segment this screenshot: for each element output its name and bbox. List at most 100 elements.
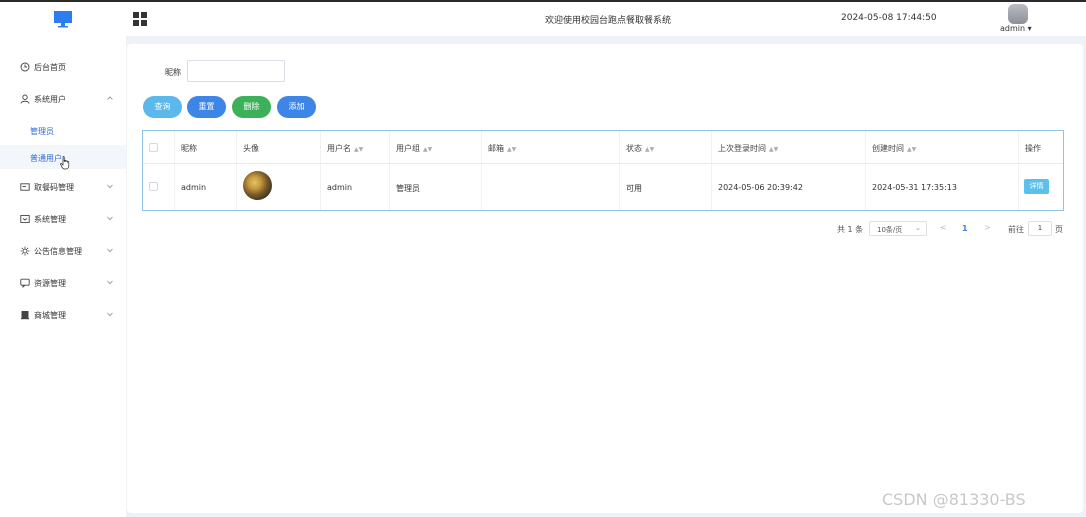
- cell-last-login: 2024-05-06 20:39:42: [712, 164, 866, 210]
- table-header-row: 昵称 头像 用户名 ▲▼ 用户组 ▲▼ 邮箱 ▲▼ 状态 ▲▼ 上次登录时间 ▲▼ 创建时…: [143, 131, 1063, 164]
- sidebar-item-home[interactable]: 后台首页: [0, 56, 126, 78]
- chevron-down-icon: ⌄: [915, 224, 921, 232]
- query-button[interactable]: 查询: [143, 96, 182, 118]
- nickname-label: 昵称: [165, 68, 181, 77]
- content-card: [127, 44, 1083, 513]
- col-avatar: 头像: [237, 131, 321, 163]
- sort-icon: ▲▼: [423, 146, 433, 153]
- goto-page-input[interactable]: [1028, 221, 1052, 236]
- cell-text: 2024-05-06 20:39:42: [718, 183, 803, 192]
- chevron-down-icon: [107, 280, 113, 285]
- user-avatar[interactable]: [1008, 4, 1028, 24]
- col-username[interactable]: 用户名 ▲▼: [321, 131, 390, 163]
- col-nickname: 昵称: [175, 131, 237, 163]
- chevron-down-icon: [107, 248, 113, 253]
- sidebar-item-label: 商城管理: [34, 311, 66, 320]
- chevron-down-icon: [107, 216, 113, 221]
- column-header: 昵称: [181, 144, 197, 153]
- chat-icon: [20, 278, 30, 288]
- card-icon: [20, 183, 30, 191]
- col-created[interactable]: 创建时间 ▲▼: [866, 131, 1019, 163]
- sidebar-item-label: 资源管理: [34, 279, 66, 288]
- column-header: 上次登录时间 ▲▼: [718, 144, 779, 153]
- sidebar-item-system-manage[interactable]: 系统管理: [0, 208, 126, 230]
- add-button[interactable]: 添加: [277, 96, 316, 118]
- reset-button[interactable]: 重置: [187, 96, 226, 118]
- sort-icon: ▲▼: [645, 146, 655, 153]
- sidebar-item-label: 公告信息管理: [34, 247, 82, 256]
- folder-icon: [20, 215, 30, 223]
- sidebar-item-system-users[interactable]: 系统用户: [0, 88, 126, 110]
- row-checkbox[interactable]: [149, 182, 158, 191]
- column-header: 操作: [1025, 144, 1041, 153]
- goto-unit-label: 页: [1055, 225, 1063, 234]
- page-size-select[interactable]: 10条/页 ⌄: [869, 221, 927, 236]
- col-actions: 操作: [1019, 131, 1063, 163]
- column-header: 状态 ▲▼: [626, 144, 655, 153]
- monitor-logo-icon: [54, 11, 72, 28]
- sidebar-item-shop-manage[interactable]: 商城管理: [0, 304, 126, 326]
- column-header: 用户名 ▲▼: [327, 144, 364, 153]
- delete-button[interactable]: 删除: [232, 96, 271, 118]
- cell-created: 2024-05-31 17:35:13: [866, 164, 1019, 210]
- chevron-down-icon: [107, 184, 113, 189]
- cell-text: 管理员: [396, 184, 420, 193]
- cell-text: 可用: [626, 184, 642, 193]
- user-icon: [20, 94, 30, 104]
- clock-icon: [20, 62, 30, 72]
- gear-icon: [20, 246, 30, 256]
- users-table: 昵称 头像 用户名 ▲▼ 用户组 ▲▼ 邮箱 ▲▼ 状态 ▲▼ 上次登录时间 ▲▼ 创建时…: [142, 130, 1064, 211]
- column-header: 头像: [243, 144, 259, 153]
- column-header: 邮箱 ▲▼: [488, 144, 517, 153]
- top-header: 欢迎使用校园台跑点餐取餐系统 2024-05-08 17:44:50 admin…: [0, 2, 1086, 36]
- sort-icon: ▲▼: [907, 146, 917, 153]
- datetime-display: 2024-05-08 17:44:50: [841, 13, 937, 23]
- detail-button[interactable]: 详情: [1024, 179, 1049, 194]
- nickname-input[interactable]: [187, 60, 285, 82]
- welcome-text: 欢迎使用校园台跑点餐取餐系统: [544, 16, 671, 26]
- cell-nickname: admin: [175, 164, 237, 210]
- pagination-total: 共 1 条: [837, 225, 864, 234]
- sidebar-item-pickup-code[interactable]: 取餐码管理: [0, 176, 126, 198]
- shop-icon: [21, 311, 29, 320]
- chevron-up-icon: [107, 96, 113, 100]
- hand-cursor-icon: [60, 156, 70, 170]
- sidebar-item-label: 后台首页: [34, 63, 66, 72]
- menu-grid-icon[interactable]: [133, 12, 147, 26]
- select-all-checkbox[interactable]: [149, 143, 158, 152]
- sidebar-item-resource-manage[interactable]: 资源管理: [0, 272, 126, 294]
- sidebar-item-label: 取餐码管理: [34, 183, 74, 192]
- cell-text: admin: [327, 183, 353, 192]
- select-all-cell: [143, 131, 175, 163]
- cell-status: 可用: [620, 164, 712, 210]
- sort-icon: ▲▼: [354, 146, 364, 153]
- csdn-watermark: CSDN @81330-BS: [882, 490, 1026, 509]
- sidebar-subitem-admins[interactable]: 管理员: [0, 118, 126, 142]
- sidebar-item-label: 系统用户: [34, 95, 66, 104]
- prev-page-icon[interactable]: <: [940, 223, 947, 232]
- cell-username: admin: [321, 164, 390, 210]
- cell-text: admin: [181, 183, 207, 192]
- page-number-current[interactable]: 1: [962, 224, 968, 233]
- next-page-icon[interactable]: >: [984, 223, 991, 232]
- cell-avatar: [237, 164, 321, 210]
- cell-text: 2024-05-31 17:35:13: [872, 183, 957, 192]
- user-avatar-image: [243, 171, 272, 200]
- row-select-cell: [143, 164, 175, 210]
- sidebar-item-notice-manage[interactable]: 公告信息管理: [0, 240, 126, 262]
- col-last-login[interactable]: 上次登录时间 ▲▼: [712, 131, 866, 163]
- sidebar-subitem-label: 管理员: [30, 127, 54, 136]
- col-email[interactable]: 邮箱 ▲▼: [482, 131, 620, 163]
- col-status[interactable]: 状态 ▲▼: [620, 131, 712, 163]
- cell-actions: 详情: [1019, 164, 1063, 210]
- sort-icon: ▲▼: [769, 146, 779, 153]
- sidebar-subitem-label: 普通用户: [30, 154, 62, 163]
- app-frame: 欢迎使用校园台跑点餐取餐系统 2024-05-08 17:44:50 admin…: [0, 0, 1086, 517]
- cell-email: [482, 164, 620, 210]
- col-group[interactable]: 用户组 ▲▼: [390, 131, 482, 163]
- user-dropdown[interactable]: admin ▾: [1000, 24, 1032, 33]
- page-size-value: 10条/页: [877, 226, 903, 234]
- goto-label: 前往: [1008, 225, 1024, 234]
- table-row: admin admin 管理员 可用 2024-05-06 20:39:42 2…: [143, 164, 1063, 210]
- cell-group: 管理员: [390, 164, 482, 210]
